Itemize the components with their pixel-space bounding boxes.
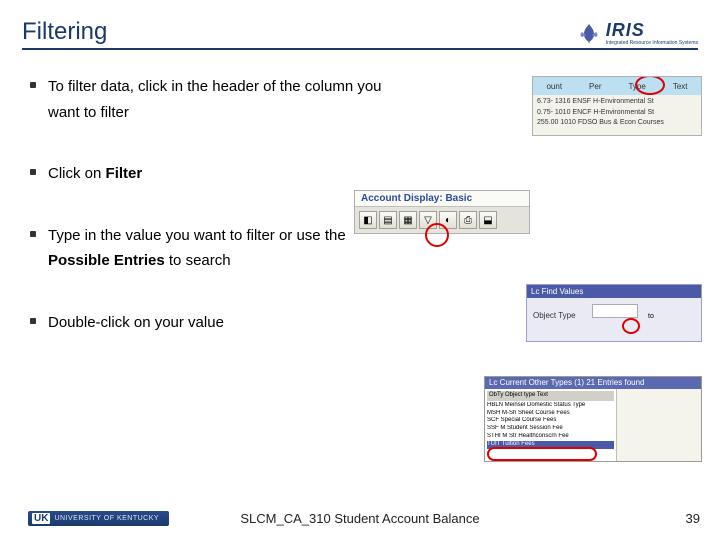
results-table: ObTy Object type Text HBLN Meinsel Domes… [485, 389, 617, 461]
logo-subtext: Integrated Resource Information Systems [606, 41, 698, 46]
table-header: ount Per Type Text [533, 77, 701, 95]
dialog-right-pane [617, 389, 701, 461]
object-type-input [592, 304, 638, 318]
screenshot-entries-list: Lc Current Other Types (1) 21 Entries fo… [484, 376, 702, 462]
screenshot-find-values: Lc Find Values Object Type to [526, 284, 702, 342]
uk-text: UNIVERSITY OF KENTUCKY [54, 515, 159, 522]
window-title: Account Display: Basic [355, 191, 529, 207]
toolbar-button: ▤ [379, 211, 397, 229]
bullet-text: Double-click on your value [48, 310, 224, 336]
list-item: STHI M Str Healthconscrn Fee [487, 433, 614, 441]
slide-footer: UK UNIVERSITY OF KENTUCKY SLCM_CA_310 St… [0, 511, 720, 526]
list-item: MSH M-Sh Sheet Course Fees [487, 410, 614, 418]
toolbar: ◧ ▤ ▦ ▽ ◐ ⎙ ⬓ [355, 207, 529, 233]
toolbar-button: ◧ [359, 211, 377, 229]
iris-flower-icon [576, 22, 602, 44]
list-item: SSF M Student Session Fee [487, 425, 614, 433]
to-label: to [648, 313, 654, 320]
iris-logo: IRIS Integrated Resource Information Sys… [576, 20, 698, 46]
uk-mark: UK [32, 513, 50, 524]
highlight-circle [622, 318, 640, 334]
slide-title: Filtering [22, 18, 107, 46]
bullet-text: Click on Filter [48, 161, 142, 187]
list-item: SCF Special Course Fees [487, 417, 614, 425]
toolbar-button: ⎙ [459, 211, 477, 229]
footer-course-title: SLCM_CA_310 Student Account Balance [240, 511, 479, 526]
bullet-icon [30, 318, 36, 324]
dialog-title: Lc Current Other Types (1) 21 Entries fo… [485, 377, 701, 389]
uk-logo: UK UNIVERSITY OF KENTUCKY [28, 511, 169, 526]
bullet-icon [30, 82, 36, 88]
logo-text: IRIS [606, 20, 645, 41]
toolbar-button: ⬓ [479, 211, 497, 229]
slide-header: Filtering IRIS Integrated Resource Infor… [22, 18, 698, 50]
highlight-circle [425, 223, 449, 247]
bullet-text: To filter data, click in the header of t… [48, 74, 408, 125]
bullet-icon [30, 231, 36, 237]
bullet-item: Click on Filter [30, 161, 698, 187]
table-columns: ObTy Object type Text [487, 391, 614, 401]
screenshot-column-header: ount Per Type Text 6.73- 1316 ENSF H-Env… [532, 76, 702, 136]
table-rows: 6.73- 1316 ENSF H-Environmental St 0.75-… [533, 95, 701, 131]
bullet-icon [30, 169, 36, 175]
dialog-title: Lc Find Values [527, 285, 701, 298]
highlight-circle [487, 447, 597, 461]
toolbar-button: ▦ [399, 211, 417, 229]
screenshot-toolbar: Account Display: Basic ◧ ▤ ▦ ▽ ◐ ⎙ ⬓ [354, 190, 530, 234]
field-label: Object Type [533, 311, 576, 320]
list-item: HBLN Meinsel Domestic Status Type [487, 402, 614, 410]
highlight-circle [635, 76, 665, 95]
page-number: 39 [686, 511, 700, 526]
